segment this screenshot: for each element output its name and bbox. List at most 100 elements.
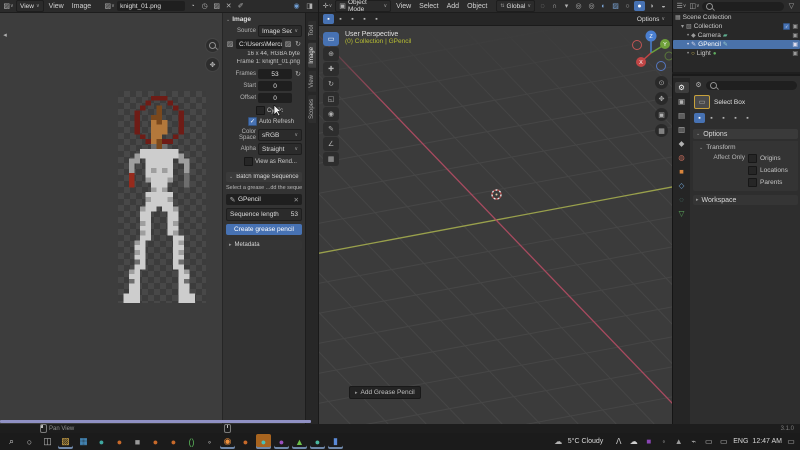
affect-parents-row[interactable]: Parents [748,178,788,187]
touch-keyboard-icon[interactable]: ▭ [703,436,714,447]
camera-view-icon[interactable]: ▣ [655,108,668,121]
alpha-dropdown[interactable]: Straight∨ [258,143,302,155]
onedrive-cloud-icon[interactable]: ☁ [628,436,639,447]
active-tool-icon[interactable]: ▭ [694,95,710,109]
snap-magnet-icon[interactable]: ∩ [549,1,560,11]
app-orange-1-icon[interactable]: ● [112,434,127,449]
filter-icon[interactable]: ▽ [786,1,797,11]
menu-vp-object[interactable]: Object [464,3,490,10]
file-explorer-icon[interactable]: ▨ [58,434,73,449]
editor-type-3d-icon[interactable]: ✛∨ [322,1,333,11]
app-teal-icon[interactable]: ● [310,434,325,449]
collection-checkbox[interactable] [783,23,790,30]
affect-locations-row[interactable]: Locations [748,166,788,175]
transform-tool[interactable]: ◉ [323,107,339,121]
parents-checkbox[interactable] [748,178,757,187]
menu-image[interactable]: Image [69,3,94,10]
display-channels-dropdown[interactable]: ◨ [304,1,315,11]
select-mode-new-icon[interactable]: ▪ [323,14,334,24]
object-tab-icon[interactable]: ■ [675,166,689,177]
editor-type-image-icon[interactable]: ▨∨ [3,1,14,11]
shading-material-icon[interactable]: ◑ [646,1,657,11]
show-gizmo-dropdown[interactable]: ◎ [586,1,597,11]
select-box-tool[interactable]: ▭ [323,32,339,46]
properties-search-input[interactable] [706,81,797,90]
pan-overlay-button[interactable]: ✥ [205,57,220,72]
task-view-icon[interactable]: ◫ [40,434,55,449]
editor-type-outliner-icon[interactable]: ☰∨ [676,1,687,11]
add-grease-pencil-panel[interactable]: ▸Add Grease Pencil [349,386,421,399]
offset-field[interactable]: 0 [258,93,292,103]
select-mode-extend-icon[interactable]: ▪ [335,14,346,24]
tool-tab-icon[interactable]: ⚙ [675,82,689,93]
gpencil-selector[interactable]: ✎ GPencil ✕ [226,194,302,205]
create-grease-pencil-button[interactable]: Create grease pencil [226,224,302,235]
tray-purple-app-icon[interactable]: ■ [643,436,654,447]
select-mode-subtract-icon[interactable]: ▪ [347,14,358,24]
tab-image[interactable]: Image [308,43,316,68]
tab-view[interactable]: View [308,71,316,92]
annotate-tool[interactable]: ✎ [323,122,339,136]
pin-icon[interactable]: ✐ [235,1,246,11]
colorspace-dropdown[interactable]: sRGB∨ [258,129,302,141]
view-layer-tab-icon[interactable]: ▥ [675,124,689,135]
physics-tab-icon[interactable]: ◌ [675,194,689,205]
scene-tab-icon[interactable]: ◆ [675,138,689,149]
cyclic-checkbox[interactable] [256,106,265,115]
scale-tool[interactable]: ◱ [323,92,339,106]
metadata-panel-header[interactable]: ▸Metadata [226,240,302,250]
zoom-view-icon[interactable]: ⊙ [655,76,668,89]
snap-target-dropdown[interactable]: ▾ [561,1,572,11]
outliner-search-input[interactable] [702,2,784,11]
viewport-grid[interactable] [319,26,673,424]
new-image-icon[interactable]: ◷ [199,1,210,11]
source-dropdown[interactable]: Image Seque...∨ [258,25,302,37]
modifiers-tab-icon[interactable]: ◇ [675,180,689,191]
world-tab-icon[interactable]: ◍ [675,152,689,163]
book-app-icon[interactable]: ▮ [328,434,343,449]
parens-app-icon[interactable]: () [184,434,199,449]
view-as-render-checkbox[interactable] [244,157,253,166]
select-mode-invert-icon[interactable]: ▪ [359,14,370,24]
outliner-row-camera[interactable]: • ◆ Camera ▰ ▣ [673,31,800,40]
dot-app-icon[interactable]: ◦ [202,434,217,449]
batch-panel-header[interactable]: ⌄Batch Image Sequence to GP [226,172,302,182]
weather-text[interactable]: 5°C Cloudy [568,438,603,445]
options-panel-header[interactable]: ⌄Options [693,129,798,139]
collection-render-icon[interactable]: ▣ [792,23,798,30]
unlink-image-icon[interactable]: ✕ [223,1,234,11]
proportional-editing-icon[interactable]: ◎ [573,1,584,11]
mode-dropdown[interactable]: ▣Object Mode∨ [335,0,391,12]
outliner-row-gpencil[interactable]: • ✎ GPencil ✎ ▣ [673,40,800,49]
navigation-gizmo[interactable]: Z Y X [629,28,673,72]
shading-wireframe-icon[interactable]: ○ [622,1,633,11]
tray-app-1-icon[interactable]: ◦ [658,436,669,447]
transform-subpanel-header[interactable]: ⌄Transform [693,143,798,152]
app-green-icon[interactable]: ▲ [292,434,307,449]
tray-box-icon[interactable]: ▭ [718,436,729,447]
tab-scopes[interactable]: Scopes [308,95,316,123]
locations-checkbox[interactable] [748,166,757,175]
affect-origins-row[interactable]: Origins [748,154,788,163]
image-editor-horizontal-scrollbar[interactable] [0,420,311,423]
app-orange-3-icon[interactable]: ● [166,434,181,449]
reload-icon[interactable]: ↻ [294,39,302,49]
overlays-dropdown[interactable]: ◐ [598,1,609,11]
open-image-folder-icon[interactable]: ▨ [211,1,222,11]
measure-tool[interactable]: ∠ [323,137,339,151]
image-editor-mode-dropdown[interactable]: View∨ [16,0,44,12]
outliner-display-mode-dropdown[interactable]: ◫∨ [689,1,700,11]
shading-rendered-icon[interactable]: ◒ [658,1,669,11]
knight-sprite-image[interactable] [118,91,206,303]
sequence-length-field[interactable]: Sequence length 53 [226,208,302,221]
transform-pivot-dropdown[interactable]: ◌ [537,1,548,11]
outliner-row-scene-collection[interactable]: ▦ Scene Collection [673,13,800,22]
tray-mountain-icon[interactable]: ▲ [673,436,684,447]
expand-icon[interactable]: ▾ [681,23,684,30]
rotate-tool[interactable]: ↻ [323,77,339,91]
refresh-sequence-icon[interactable]: ↻ [294,69,302,79]
fake-user-icon[interactable]: ◔ [187,1,198,11]
origins-checkbox[interactable] [748,154,757,163]
menu-vp-select[interactable]: Select [416,3,441,10]
pan-view-icon[interactable]: ✥ [655,92,668,105]
